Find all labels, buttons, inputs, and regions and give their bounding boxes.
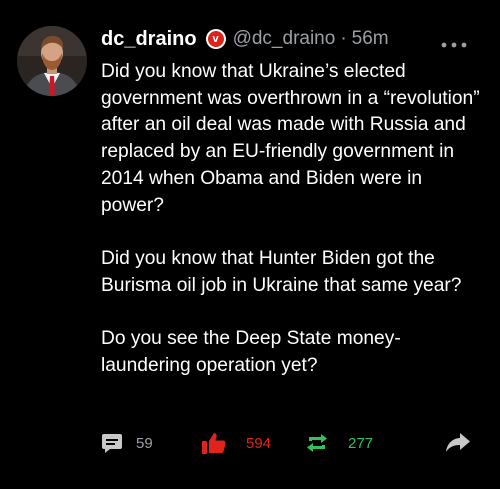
post-card: dc_draino v @dc_draino · 56m Did you kno… [0, 0, 500, 489]
display-name[interactable]: dc_draino [101, 28, 197, 51]
repost-icon [307, 434, 327, 452]
share-button[interactable] [446, 423, 470, 463]
more-horizontal-icon[interactable] [440, 36, 468, 48]
post-paragraph-3: Do you see the Deep State money-launderi… [101, 328, 401, 376]
post-paragraph-2: Did you know that Hunter Biden got the B… [101, 247, 462, 296]
post-header: dc_draino v @dc_draino · 56m [101, 26, 389, 52]
verified-badge-icon: v [205, 29, 226, 49]
comment-button[interactable]: 59 [102, 423, 153, 463]
repost-button[interactable]: 277 [306, 423, 373, 463]
post-body: Did you know that Ukraine’s elected gove… [101, 59, 486, 379]
comment-icon [102, 433, 122, 453]
like-count: 594 [246, 434, 272, 452]
comment-count: 59 [136, 434, 153, 452]
post-paragraph-1: Did you know that Ukraine’s elected gove… [101, 61, 480, 216]
thumbs-up-icon [202, 433, 226, 454]
post-timestamp[interactable]: 56m [352, 28, 389, 50]
user-handle[interactable]: @dc_draino [233, 28, 336, 50]
verified-badge-letter: v [207, 31, 224, 47]
avatar[interactable] [17, 26, 87, 96]
like-button[interactable]: 594 [202, 423, 271, 463]
avatar-image [17, 26, 87, 96]
repost-count: 277 [348, 434, 374, 452]
share-icon [446, 433, 470, 452]
header-separator: · [340, 28, 347, 49]
action-bar: 59 594 277 [0, 423, 500, 463]
